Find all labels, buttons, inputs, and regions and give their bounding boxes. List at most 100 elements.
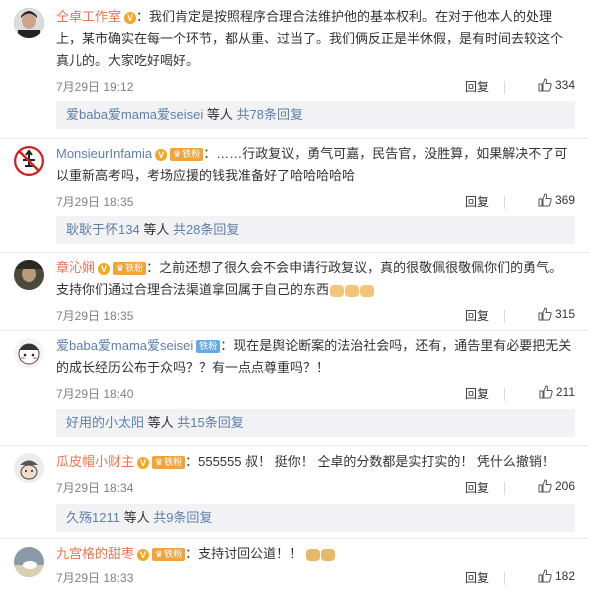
timestamp: 7月29日 18:33: [56, 571, 134, 585]
avatar[interactable]: [14, 8, 44, 38]
sub-reply-count[interactable]: 共9条回复: [153, 510, 212, 525]
avatar[interactable]: [14, 260, 44, 290]
like-count: 182: [554, 569, 575, 583]
avatar[interactable]: [14, 547, 44, 577]
sub-reply-mid: 等人: [203, 107, 237, 122]
sub-replies[interactable]: 耿耿于怀134 等人 共28条回复: [56, 216, 575, 244]
avatar[interactable]: [14, 338, 44, 368]
like-count: 211: [555, 385, 575, 399]
reply-button[interactable]: 回复: [465, 307, 489, 324]
fan-badge-label: 铁粉: [199, 341, 218, 352]
comment-content: ：支持讨回公道！！: [185, 546, 303, 561]
pray-emoji-icon: [321, 548, 336, 561]
like-count: 334: [554, 78, 575, 92]
verified-icon: V: [155, 148, 168, 161]
username[interactable]: 瓜皮帽小财主: [56, 454, 134, 469]
divider: [0, 252, 589, 253]
reply-button[interactable]: 回复: [465, 479, 489, 496]
like-count: 369: [554, 193, 575, 207]
sub-replies[interactable]: 爱baba爱mama爱seisei 等人 共78条回复: [56, 101, 575, 129]
like-count: 315: [554, 307, 575, 321]
divider: [504, 388, 505, 401]
verified-icon: V: [98, 262, 111, 275]
avatar[interactable]: [14, 453, 44, 483]
sub-reply-mid: 等人: [144, 415, 178, 430]
username[interactable]: 九宫格的甜枣: [56, 546, 134, 561]
comment-meta: 7月29日 18:35 回复 369: [56, 193, 575, 213]
comment-meta: 7月29日 18:33 回复 182: [56, 569, 575, 589]
comment-content: ：555555 叔！ 挺你！ 仝卓的分数都是实打实的！ 凭什么撤销！: [185, 454, 555, 469]
thumbs-up-icon: [538, 78, 552, 92]
reply-button[interactable]: 回复: [465, 78, 489, 95]
thumbs-up-icon: [538, 569, 552, 583]
fist-emoji-icon: [345, 284, 360, 297]
avatar[interactable]: [14, 146, 44, 176]
timestamp: 7月29日 18:34: [56, 481, 134, 495]
comment-meta: 7月29日 18:34 回复 206: [56, 479, 575, 499]
comment-meta: 7月29日 19:12 回复 334: [56, 78, 575, 98]
divider: [504, 310, 505, 323]
thumbs-up-icon: [538, 479, 552, 493]
divider: [504, 196, 505, 209]
comment-meta: 7月29日 18:40 回复 211: [56, 385, 575, 405]
sub-reply-user[interactable]: 爱baba爱mama爱seisei: [66, 107, 203, 122]
comment-text: 瓜皮帽小财主 V ♛铁粉 ：555555 叔！ 挺你！ 仝卓的分数都是实打实的！ 凭什…: [56, 451, 575, 473]
sub-reply-count[interactable]: 共28条回复: [173, 222, 239, 237]
divider: [0, 538, 589, 539]
username[interactable]: 爱baba爱mama爱seisei: [56, 338, 193, 353]
divider: [504, 81, 505, 94]
fan-badge-label: 铁粉: [182, 149, 201, 160]
sub-reply-count[interactable]: 共15条回复: [177, 415, 243, 430]
timestamp: 7月29日 18:40: [56, 387, 134, 401]
comment-text: 仝卓工作室 V ：我们肯定是按照程序合理合法维护他的基本权利。在对于他本人的处理上，…: [56, 6, 575, 72]
comment-text: 章沁娴 V ♛铁粉 ：之前还想了很久会不会申请行政复议，真的很敬佩很敬佩你们的勇气。支…: [56, 257, 575, 301]
username[interactable]: 章沁娴: [56, 260, 95, 275]
comment-meta: 7月29日 18:35 回复 315: [56, 307, 575, 327]
like-button[interactable]: 369: [538, 193, 575, 207]
fist-emoji-icon: [360, 284, 375, 297]
sub-reply-mid: 等人: [139, 222, 173, 237]
like-count: 206: [554, 479, 575, 493]
like-button[interactable]: 334: [538, 78, 575, 92]
divider: [504, 572, 505, 585]
username[interactable]: 仝卓工作室: [56, 9, 121, 24]
fan-badge-label: 铁粉: [164, 457, 183, 468]
comment-text: 爱baba爱mama爱seisei 铁粉 ：现在是舆论断案的法治社会吗，还有，通告里…: [56, 335, 575, 379]
comment-text: MonsieurInfamia V ♛铁粉 ：……行政复议，勇气可嘉，民告官，没胜算，…: [56, 143, 575, 187]
username[interactable]: MonsieurInfamia: [56, 146, 152, 161]
sub-reply-user[interactable]: 耿耿于怀134: [66, 222, 140, 237]
fist-emoji-icon: [330, 284, 345, 297]
pray-emoji-icon: [306, 548, 321, 561]
verified-icon: V: [137, 456, 150, 469]
sub-reply-user[interactable]: 好用的小太阳: [66, 415, 144, 430]
sub-reply-count[interactable]: 共78条回复: [237, 107, 303, 122]
like-button[interactable]: 211: [539, 385, 575, 399]
fan-badge: ♛铁粉: [113, 262, 147, 276]
sub-replies[interactable]: 好用的小太阳 等人 共15条回复: [56, 409, 575, 437]
timestamp: 7月29日 18:35: [56, 309, 134, 323]
fan-badge-label: 铁粉: [164, 549, 183, 560]
divider: [0, 445, 589, 446]
sub-reply-mid: 等人: [119, 510, 154, 525]
like-button[interactable]: 315: [538, 307, 575, 321]
fan-badge-label: 铁粉: [125, 263, 144, 274]
fan-badge: 铁粉: [196, 340, 221, 354]
like-button[interactable]: 206: [538, 479, 575, 493]
like-button[interactable]: 182: [538, 569, 575, 583]
comment-text: 九宫格的甜枣 V ♛铁粉 ：支持讨回公道！！: [56, 543, 575, 565]
reply-button[interactable]: 回复: [465, 569, 489, 586]
divider: [504, 482, 505, 495]
fan-badge: ♛铁粉: [152, 456, 186, 470]
verified-icon: V: [124, 11, 137, 24]
thumbs-up-icon: [538, 307, 552, 321]
fan-badge: ♛铁粉: [170, 148, 204, 162]
verified-icon: V: [137, 548, 150, 561]
timestamp: 7月29日 18:35: [56, 195, 134, 209]
reply-button[interactable]: 回复: [465, 385, 489, 402]
reply-button[interactable]: 回复: [465, 193, 489, 210]
thumbs-up-icon: [538, 193, 552, 207]
thumbs-up-icon: [539, 385, 553, 399]
sub-reply-user[interactable]: 久殇1211: [66, 510, 120, 525]
divider: [0, 138, 589, 139]
sub-replies[interactable]: 久殇1211 等人 共9条回复: [56, 504, 575, 532]
